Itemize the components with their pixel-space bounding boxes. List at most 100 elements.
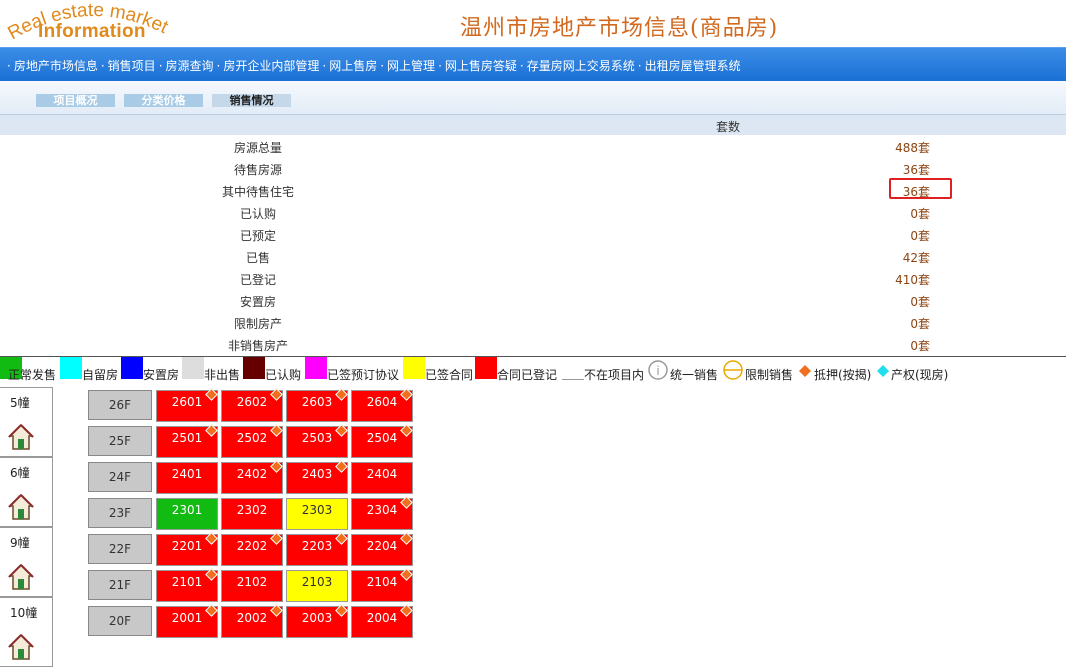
unit-cell[interactable]: 2503 bbox=[286, 424, 348, 458]
unit-cell[interactable]: 2502 bbox=[221, 424, 283, 458]
legend-label: 限制销售 bbox=[745, 368, 794, 382]
building-item[interactable]: 9幢 bbox=[0, 527, 53, 597]
nav-housing-query[interactable]: 房源查询 bbox=[166, 59, 214, 73]
nav-developer-admin[interactable]: 房开企业内部管理 bbox=[223, 59, 319, 73]
stats-row-value: 0套 bbox=[910, 207, 930, 221]
tab-project-overview[interactable]: 项目概况 bbox=[36, 94, 115, 107]
unit-cell[interactable]: 2401 bbox=[156, 462, 218, 494]
unit-cell[interactable]: 2004 bbox=[351, 604, 413, 638]
stats-row: 已预定 0套 bbox=[0, 224, 1066, 246]
building-item[interactable]: 6幢 bbox=[0, 457, 53, 527]
unit-number: 2204 bbox=[366, 539, 398, 553]
stats-row-label: 已预定 bbox=[239, 229, 276, 243]
tab-category-price[interactable]: 分类价格 bbox=[124, 94, 203, 107]
stats-row-value: 410套 bbox=[895, 273, 930, 287]
unit-cell[interactable]: 2001 bbox=[156, 604, 218, 638]
legend-swatch bbox=[403, 357, 425, 379]
unit-cell[interactable]: 2104 bbox=[351, 568, 413, 602]
stats-row-value: 36套 bbox=[902, 163, 930, 177]
floor-label: 24F bbox=[88, 462, 152, 492]
unit-cell[interactable]: 2501 bbox=[156, 424, 218, 458]
unit-cell[interactable]: 2002 bbox=[221, 604, 283, 638]
unit-number: 2201 bbox=[171, 539, 203, 553]
highlight-box bbox=[889, 178, 952, 199]
floor-label: 26F bbox=[88, 390, 152, 420]
house-icon bbox=[8, 493, 34, 520]
tab-sales-status[interactable]: 销售情况 bbox=[212, 94, 291, 107]
unit-cell[interactable]: 2302 bbox=[221, 498, 283, 530]
restricted-circle-icon bbox=[723, 360, 743, 383]
stats-row: 房源总量 488套 bbox=[0, 136, 1066, 158]
building-name: 5幢 bbox=[10, 396, 30, 410]
unit-cell[interactable]: 2203 bbox=[286, 532, 348, 566]
stats-header: 套数 bbox=[0, 115, 1066, 135]
unit-cell[interactable]: 2604 bbox=[351, 388, 413, 422]
nav-sales-projects[interactable]: 销售项目 bbox=[108, 59, 156, 73]
nav-market-info[interactable]: 房地产市场信息 bbox=[14, 59, 98, 73]
legend-label: 安置房 bbox=[143, 368, 180, 382]
legend-label: 不在项目内 bbox=[584, 368, 645, 382]
nav-online-sale[interactable]: 网上售房 bbox=[329, 59, 377, 73]
mortgage-diamond-icon bbox=[335, 604, 348, 617]
unit-number: 2004 bbox=[366, 611, 398, 625]
stats-row-label: 已售 bbox=[245, 251, 270, 265]
unit-cell[interactable]: 2304 bbox=[351, 496, 413, 530]
unit-cell[interactable]: 2103 bbox=[286, 570, 348, 602]
legend-swatch bbox=[182, 357, 204, 379]
unit-cell[interactable]: 2403 bbox=[286, 460, 348, 494]
mortgage-diamond-icon bbox=[335, 532, 348, 545]
mortgage-diamond-icon bbox=[335, 460, 348, 473]
nav-rental-system[interactable]: 出租房屋管理系统 bbox=[645, 59, 741, 73]
floor-label: 20F bbox=[88, 606, 152, 636]
nav-separator: · bbox=[158, 59, 163, 73]
unit-cell[interactable]: 2201 bbox=[156, 532, 218, 566]
unit-cell[interactable]: 2601 bbox=[156, 388, 218, 422]
mortgage-diamond-icon bbox=[270, 424, 283, 437]
mortgage-diamond-icon bbox=[205, 568, 218, 581]
unit-number: 2203 bbox=[301, 539, 333, 553]
orange-diamond-icon bbox=[798, 364, 812, 381]
building-item[interactable]: 10幢 bbox=[0, 597, 53, 667]
main-nav: · 房地产市场信息 · 销售项目 · 房源查询 · 房开企业内部管理 · 网上售房 · 网上管理 · 网上… bbox=[0, 47, 1066, 82]
unit-cell[interactable]: 2602 bbox=[221, 388, 283, 422]
unit-cell[interactable]: 2003 bbox=[286, 604, 348, 638]
unit-cell[interactable]: 2504 bbox=[351, 424, 413, 458]
unit-number: 2304 bbox=[366, 503, 398, 517]
mortgage-diamond-icon bbox=[335, 388, 348, 401]
unit-number: 2504 bbox=[366, 431, 398, 445]
unit-number: 2102 bbox=[236, 575, 268, 589]
stats-row: 已登记 410套 bbox=[0, 268, 1066, 290]
unit-cell[interactable]: 2404 bbox=[351, 462, 413, 494]
legend-swatch bbox=[562, 357, 584, 380]
mortgage-diamond-icon bbox=[270, 532, 283, 545]
unit-number: 2303 bbox=[301, 503, 333, 517]
legend-label: 产权(现房) bbox=[891, 368, 949, 382]
site-header: Real estate market Information 温州市房地产市场信… bbox=[0, 0, 1066, 47]
unit-cell[interactable]: 2101 bbox=[156, 568, 218, 602]
unit-number: 2503 bbox=[301, 431, 333, 445]
stats-row-label: 其中待售住宅 bbox=[221, 185, 294, 199]
unit-cell[interactable]: 2301 bbox=[156, 498, 218, 530]
unit-cell[interactable]: 2402 bbox=[221, 460, 283, 494]
building-item[interactable]: 5幢 bbox=[0, 387, 53, 457]
nav-resale-system[interactable]: 存量房网上交易系统 bbox=[527, 59, 635, 73]
unit-cell[interactable]: 2204 bbox=[351, 532, 413, 566]
stats-row: 安置房 0套 bbox=[0, 290, 1066, 312]
nav-online-faq[interactable]: 网上售房答疑 bbox=[445, 59, 517, 73]
stats-row-value: 0套 bbox=[910, 339, 930, 353]
unit-cell[interactable]: 2102 bbox=[221, 570, 283, 602]
mortgage-diamond-icon bbox=[270, 460, 283, 473]
legend-swatch bbox=[121, 357, 143, 379]
unit-cell[interactable]: 2603 bbox=[286, 388, 348, 422]
unit-cell[interactable]: 2303 bbox=[286, 498, 348, 530]
legend-label: 合同已登记 bbox=[497, 368, 558, 382]
stats-row: 限制房产 0套 bbox=[0, 312, 1066, 334]
mortgage-diamond-icon bbox=[205, 388, 218, 401]
floor-label: 22F bbox=[88, 534, 152, 564]
nav-online-manage[interactable]: 网上管理 bbox=[387, 59, 435, 73]
stats-column-header: 套数 bbox=[716, 120, 741, 134]
unit-number: 2404 bbox=[366, 467, 398, 481]
nav-separator: · bbox=[100, 59, 105, 73]
site-title: 温州市房地产市场信息(商品房) bbox=[460, 16, 779, 41]
unit-cell[interactable]: 2202 bbox=[221, 532, 283, 566]
